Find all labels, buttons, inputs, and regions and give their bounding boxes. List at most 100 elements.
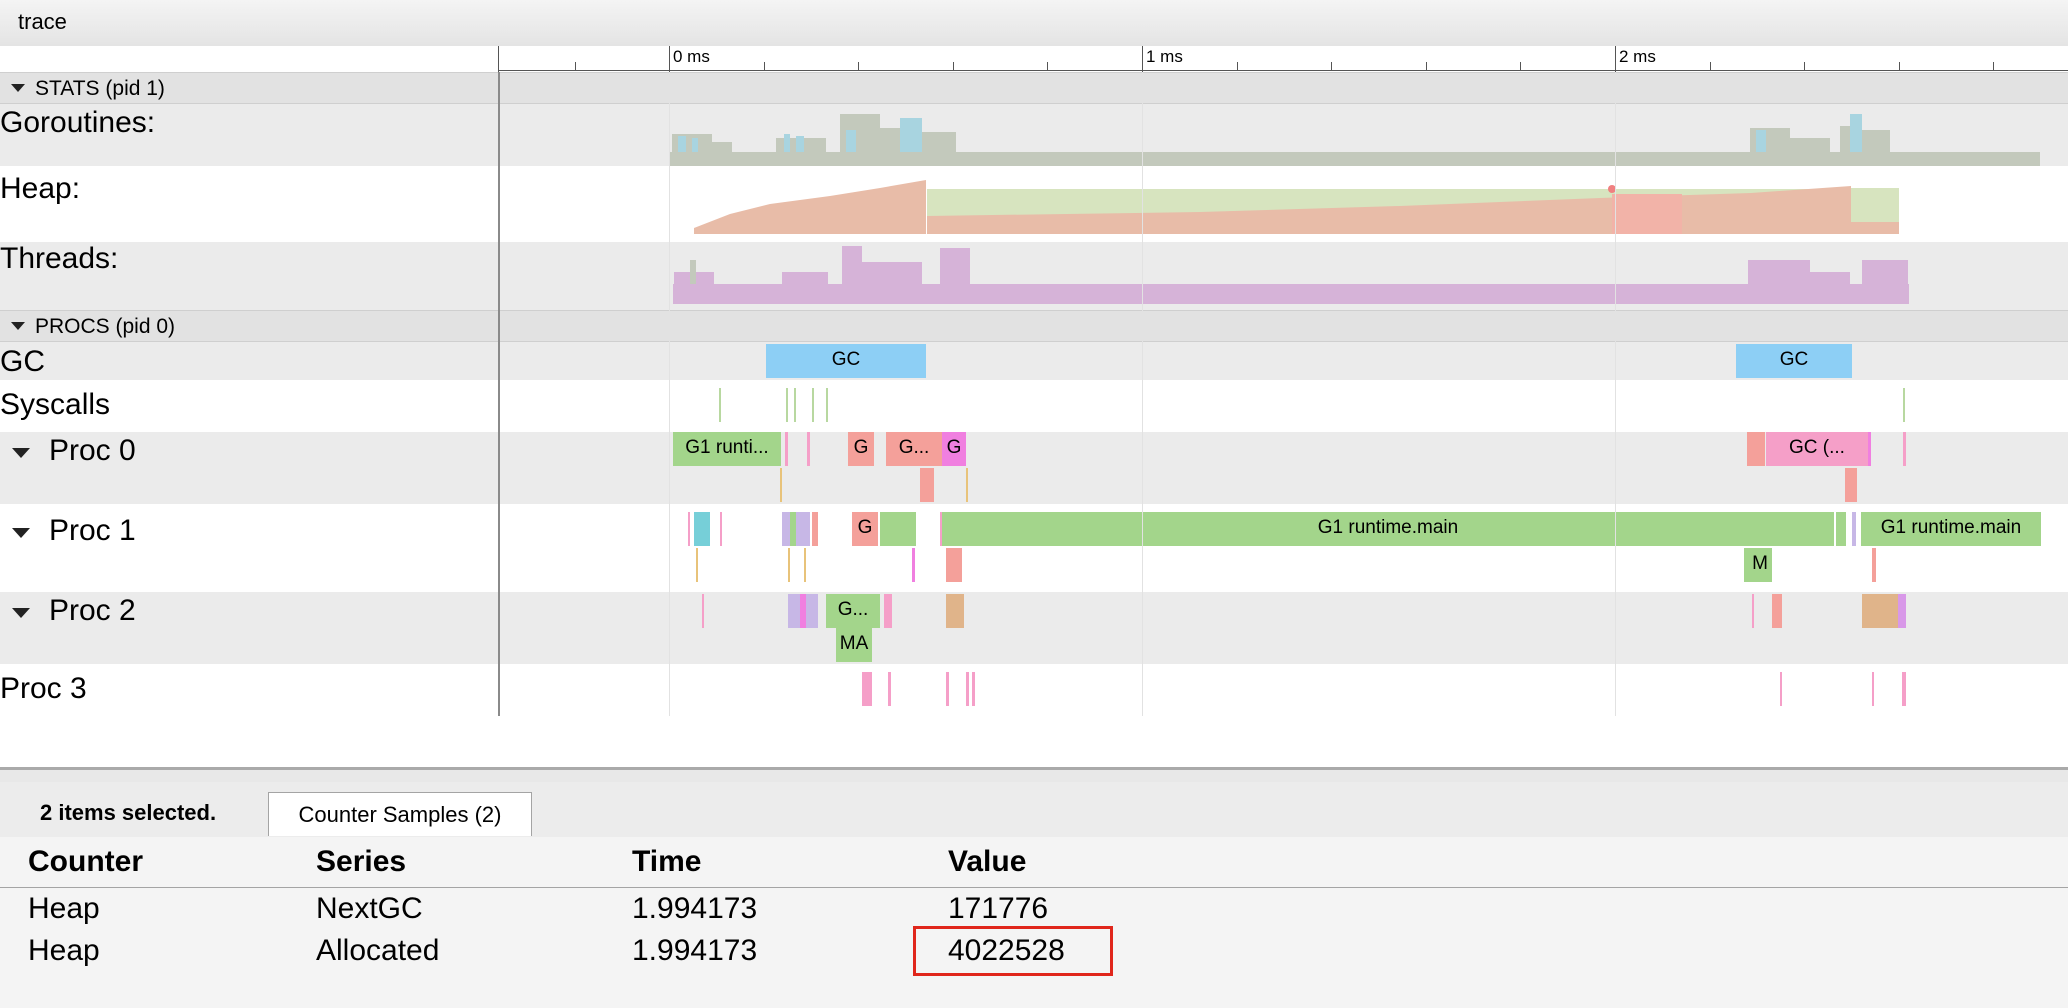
goroutine-slice[interactable] xyxy=(966,468,968,502)
proc3-track[interactable]: Proc 3 xyxy=(0,664,2068,716)
goroutine-slice[interactable]: GC (... xyxy=(1766,432,1868,466)
goroutine-slice[interactable] xyxy=(884,594,892,628)
goroutine-slice[interactable] xyxy=(1898,594,1906,628)
goroutine-slice[interactable] xyxy=(1780,672,1782,706)
gc-slice[interactable]: GC xyxy=(766,344,926,378)
expand-triangle-icon[interactable] xyxy=(12,608,30,618)
goroutine-slice[interactable] xyxy=(1868,432,1871,466)
time-ruler[interactable]: 0 ms 1 ms 2 ms xyxy=(0,46,2068,72)
goroutine-slice[interactable] xyxy=(720,512,722,546)
goroutine-slice[interactable] xyxy=(1902,672,1906,706)
tab-counter-samples[interactable]: Counter Samples (2) xyxy=(268,792,532,836)
syscall-mark[interactable] xyxy=(1903,388,1905,422)
goroutine-slice[interactable] xyxy=(888,672,891,706)
procs-group-header[interactable]: PROCS (pid 0) xyxy=(0,310,2068,342)
goroutine-slice[interactable]: G1 runtime.main xyxy=(1861,512,2041,546)
threads-track[interactable]: Threads: xyxy=(0,242,2068,310)
goroutine-slice[interactable] xyxy=(790,512,796,546)
goroutine-slice[interactable] xyxy=(800,594,806,628)
goroutine-slice[interactable] xyxy=(688,512,690,546)
goroutine-slice[interactable] xyxy=(912,548,915,582)
goroutines-counter-graph[interactable] xyxy=(500,104,2068,166)
goroutine-slice[interactable]: M xyxy=(1748,548,1772,582)
goroutine-slice[interactable] xyxy=(1903,432,1906,466)
goroutine-slice[interactable] xyxy=(782,512,810,546)
gc-slice[interactable]: GC xyxy=(1736,344,1852,378)
goroutine-slice[interactable] xyxy=(946,548,962,582)
column-header-series[interactable]: Series xyxy=(316,845,406,879)
track-label-divider[interactable] xyxy=(498,72,500,716)
goroutine-slice[interactable] xyxy=(780,468,782,502)
expand-triangle-icon[interactable] xyxy=(12,528,30,538)
goroutine-slice[interactable] xyxy=(807,432,810,466)
goroutine-slice[interactable]: G xyxy=(852,512,878,546)
goroutine-slice[interactable] xyxy=(880,512,916,546)
collapse-triangle-icon[interactable] xyxy=(11,84,25,92)
heap-counter-graph[interactable] xyxy=(500,166,2068,242)
goroutine-slice[interactable] xyxy=(1872,548,1876,582)
goroutines-track[interactable]: Goroutines: xyxy=(0,104,2068,166)
goroutine-slice[interactable] xyxy=(946,672,949,706)
goroutine-slice[interactable]: MA xyxy=(836,628,872,662)
goroutine-slice[interactable] xyxy=(694,512,710,546)
ruler-tick-minor xyxy=(1899,62,1900,71)
goroutine-slice[interactable] xyxy=(812,512,818,546)
proc0-track[interactable]: Proc 0 G1 runti... G G... G GC (... xyxy=(0,432,2068,504)
cell-value: 171776 xyxy=(948,892,1049,925)
goroutine-slice[interactable]: G... xyxy=(826,594,880,628)
goroutine-slice[interactable] xyxy=(946,594,964,628)
goroutine-slice[interactable] xyxy=(972,672,975,706)
ruler-tick-minor xyxy=(1237,62,1238,71)
ruler-tick-minor xyxy=(1426,62,1427,71)
goroutine-slice[interactable] xyxy=(862,672,872,706)
stats-group-header[interactable]: STATS (pid 1) xyxy=(0,72,2068,104)
ruler-tick-minor xyxy=(764,62,765,71)
syscall-mark[interactable] xyxy=(794,388,796,422)
ruler-tick-minor xyxy=(575,62,576,71)
goroutine-slice[interactable] xyxy=(1852,512,1856,546)
ruler-tick-major xyxy=(669,46,670,72)
ruler-tick-minor xyxy=(1710,62,1711,71)
goroutine-slice[interactable]: G1 runtime.main xyxy=(942,512,1834,546)
proc2-track[interactable]: Proc 2 G... MA xyxy=(0,592,2068,664)
gc-track[interactable]: GC GC GC xyxy=(0,342,2068,380)
collapse-triangle-icon[interactable] xyxy=(11,322,25,330)
expand-triangle-icon[interactable] xyxy=(12,448,30,458)
column-header-value[interactable]: Value xyxy=(948,845,1026,879)
goroutine-slice[interactable] xyxy=(1836,512,1846,546)
heap-track[interactable]: Heap: xyxy=(0,166,2068,242)
proc1-track[interactable]: Proc 1 G G1 runtime.main M G1 runtime.ma… xyxy=(0,504,2068,592)
goroutine-slice[interactable] xyxy=(788,548,790,582)
column-header-counter[interactable]: Counter xyxy=(28,845,143,879)
proc2-track-label: Proc 2 xyxy=(49,594,136,627)
goroutine-slice[interactable] xyxy=(1862,594,1898,628)
syscalls-track[interactable]: Syscalls xyxy=(0,380,2068,432)
goroutine-slice[interactable]: G1 runti... xyxy=(673,432,781,466)
goroutine-slice[interactable] xyxy=(804,548,806,582)
goroutine-slice[interactable]: G... xyxy=(886,432,942,466)
goroutine-slice[interactable] xyxy=(1772,594,1782,628)
syscall-mark[interactable] xyxy=(719,388,721,422)
goroutine-slice[interactable] xyxy=(696,548,698,582)
threads-counter-graph[interactable] xyxy=(500,242,2068,310)
goroutine-slice[interactable] xyxy=(1747,432,1765,466)
cell-time: 1.994173 xyxy=(632,892,758,925)
goroutine-slice[interactable]: G xyxy=(942,432,966,466)
proc3-track-label: Proc 3 xyxy=(0,672,87,705)
goroutine-slice[interactable] xyxy=(702,594,704,628)
goroutine-slice[interactable] xyxy=(920,468,934,502)
syscall-mark[interactable] xyxy=(826,388,828,422)
goroutine-slice[interactable] xyxy=(1872,672,1874,706)
goroutine-slice[interactable] xyxy=(1845,468,1857,502)
table-header: Counter Series Time Value xyxy=(0,837,2068,888)
time-gridline xyxy=(669,72,670,716)
syscall-mark[interactable] xyxy=(812,388,814,422)
ruler-tick-major xyxy=(1615,46,1616,72)
goroutine-slice[interactable] xyxy=(785,432,788,466)
column-header-time[interactable]: Time xyxy=(632,845,701,879)
syscall-mark[interactable] xyxy=(786,388,788,422)
table-row[interactable]: Heap NextGC 1.994173 171776 xyxy=(0,888,2068,928)
goroutine-slice[interactable] xyxy=(1752,594,1754,628)
goroutine-slice[interactable] xyxy=(966,672,969,706)
goroutine-slice[interactable]: G xyxy=(848,432,874,466)
